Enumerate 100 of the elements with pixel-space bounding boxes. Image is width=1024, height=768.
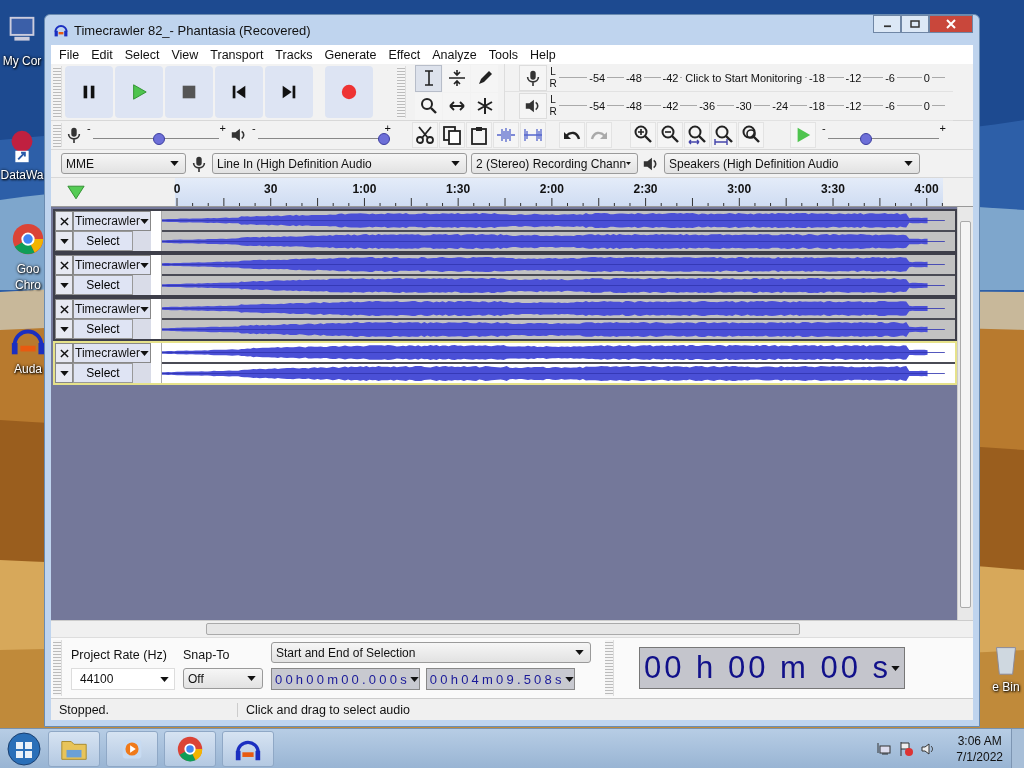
- audio-position-display[interactable]: 00 h 00 m 00 s: [639, 647, 906, 689]
- toolbar-grip[interactable]: [53, 640, 62, 696]
- status-text: Stopped.: [51, 702, 238, 717]
- play-icon: [130, 83, 148, 102]
- silence-button[interactable]: [520, 122, 546, 149]
- status-hint: Click and drag to select audio: [245, 702, 410, 717]
- select-track-button[interactable]: Select: [73, 319, 133, 339]
- taskbar-app-button[interactable]: [222, 731, 274, 767]
- audio-track[interactable]: Timecrawler Select: [53, 253, 957, 297]
- fit-project-button[interactable]: [711, 122, 737, 149]
- zoom-toggle-button[interactable]: [738, 122, 764, 149]
- horizontal-scrollbar[interactable]: [51, 620, 973, 637]
- channels-dropdown[interactable]: 2 (Stereo) Recording Chann: [471, 153, 638, 175]
- menu-item[interactable]: Help: [523, 47, 562, 62]
- slider-thumb[interactable]: [378, 133, 390, 146]
- record-button[interactable]: [325, 66, 373, 119]
- vertical-scrollbar[interactable]: [957, 207, 973, 620]
- menu-item[interactable]: Tools: [482, 47, 524, 62]
- undo-button[interactable]: [559, 122, 585, 149]
- select-track-button[interactable]: Select: [73, 363, 133, 383]
- menu-item[interactable]: Edit: [85, 47, 119, 62]
- caret-icon: [140, 350, 149, 356]
- ruler-label: 1:00: [352, 182, 377, 196]
- recording-volume-slider[interactable]: - +: [87, 124, 226, 147]
- meter-scale-label: -54: [587, 99, 608, 112]
- slider-thumb[interactable]: [152, 133, 165, 146]
- maximize-button[interactable]: [901, 15, 929, 33]
- undo-icon: [563, 129, 581, 141]
- project-rate-dropdown[interactable]: 44100: [71, 668, 175, 690]
- envelope-icon: [446, 68, 467, 89]
- minimize-button[interactable]: [873, 15, 901, 33]
- skip-to-end-button[interactable]: [265, 66, 313, 119]
- audio-track[interactable]: Timecrawler Select: [53, 297, 957, 341]
- selection-end-time[interactable]: 00h04m09.508s: [425, 668, 575, 690]
- magnifier-icon: [687, 124, 707, 147]
- track-name-menu[interactable]: Timecrawler: [73, 211, 151, 231]
- selection-mode-dropdown[interactable]: Start and End of Selection: [271, 642, 591, 663]
- network-icon[interactable]: [876, 741, 893, 757]
- selection-start-time[interactable]: 00h00m00.000s: [271, 668, 420, 690]
- desktop-icon-label: Goo: [16, 262, 40, 276]
- meter-button[interactable]: [519, 92, 547, 119]
- menu-item[interactable]: Generate: [318, 47, 383, 62]
- menu-item[interactable]: File: [53, 47, 86, 62]
- playback-speed-slider[interactable]: - +: [822, 124, 946, 147]
- caret-icon: [140, 218, 149, 224]
- menu-item[interactable]: Select: [118, 47, 166, 62]
- desktop-icon-label: Chro: [15, 278, 41, 292]
- play-head-icon[interactable]: [67, 184, 85, 200]
- menu-item[interactable]: Effect: [382, 47, 427, 62]
- meter-scale-label: -6: [883, 71, 897, 84]
- flag-icon[interactable]: [898, 741, 915, 757]
- select-track-button[interactable]: Select: [73, 231, 133, 251]
- start-button[interactable]: [6, 731, 42, 767]
- monitoring-prompt[interactable]: Click to Start Monitoring: [682, 71, 806, 84]
- pause-button[interactable]: [65, 66, 113, 119]
- menu-item[interactable]: Analyze: [426, 47, 483, 62]
- menu-item[interactable]: Tracks: [269, 47, 319, 62]
- caret-icon: [904, 161, 913, 167]
- meter-button[interactable]: [519, 64, 547, 91]
- taskbar-app-button[interactable]: [164, 731, 216, 767]
- audio-host-dropdown[interactable]: MME: [61, 153, 186, 175]
- snap-to-dropdown[interactable]: Off: [183, 668, 263, 689]
- select-track-button[interactable]: Select: [73, 275, 133, 295]
- menu-item[interactable]: Transport: [204, 47, 270, 62]
- fit-selection-button[interactable]: [684, 122, 710, 149]
- slider-thumb[interactable]: [859, 133, 872, 146]
- snap-to-label: Snap-To: [183, 648, 231, 662]
- close-icon: [946, 19, 956, 29]
- stop-button[interactable]: [165, 66, 213, 119]
- audio-track[interactable]: Timecrawler Select: [53, 341, 957, 385]
- clock[interactable]: 3:06 AM 7/1/2022: [956, 733, 1003, 765]
- zoom-in-button[interactable]: [630, 122, 656, 149]
- track-name-menu[interactable]: Timecrawler: [73, 343, 151, 363]
- playback-volume-slider[interactable]: - +: [252, 124, 391, 147]
- magnifier-icon: [714, 124, 734, 147]
- meter-scale-label: -12: [843, 99, 864, 112]
- close-button[interactable]: [929, 15, 973, 33]
- output-device-dropdown[interactable]: Speakers (High Definition Audio: [664, 153, 920, 175]
- close-icon: [59, 260, 69, 270]
- toolbar-grip[interactable]: [53, 66, 62, 119]
- input-device-dropdown[interactable]: Line In (High Definition Audio: [212, 153, 467, 175]
- copy-button[interactable]: [439, 122, 465, 149]
- microphone-icon: [65, 126, 83, 145]
- toolbar-grip[interactable]: [397, 66, 406, 119]
- cut-button[interactable]: [412, 122, 438, 149]
- record-meter-icon: [524, 68, 542, 87]
- zoom-out-button[interactable]: [657, 122, 683, 149]
- ruler-label: 2:30: [633, 182, 658, 196]
- toolbar-grip[interactable]: [605, 640, 614, 696]
- menu-item[interactable]: View: [165, 47, 205, 62]
- audio-track[interactable]: Timecrawler Select: [53, 209, 957, 253]
- caret-icon: [59, 370, 69, 376]
- paste-button[interactable]: [466, 122, 492, 149]
- toolbar-grip[interactable]: [53, 123, 62, 148]
- selection-tool[interactable]: [415, 64, 442, 92]
- track-name-menu[interactable]: Timecrawler: [73, 255, 151, 275]
- track-name-menu[interactable]: Timecrawler: [73, 299, 151, 319]
- meter-scale-label: -18: [806, 71, 827, 84]
- timeline-ruler[interactable]: 0 30 1:00 1:30 2:00 2:30 3:00 3:30 4:00: [175, 178, 943, 206]
- skip-to-start-button[interactable]: [215, 66, 263, 119]
